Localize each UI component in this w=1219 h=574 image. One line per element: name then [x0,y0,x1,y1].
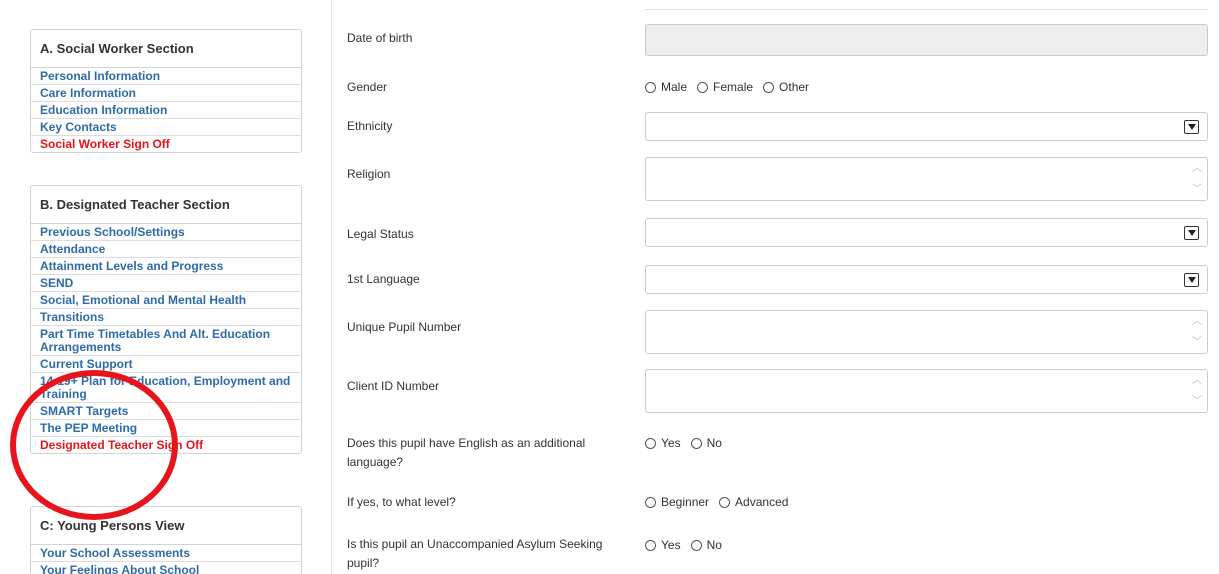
scroll-up-icon[interactable]: ︿ [1192,317,1202,327]
nav-send[interactable]: SEND [31,275,301,292]
nav-your-feelings-about-school[interactable]: Your Feelings About School [31,562,301,574]
ethnicity-select[interactable] [645,112,1208,141]
uasc-yes-option[interactable]: Yes [645,538,681,552]
eal-no-option[interactable]: No [690,436,722,450]
radio-icon[interactable] [719,496,731,508]
religion-label: Religion [347,167,391,181]
religion-textarea[interactable]: ︿ ﹀ [645,157,1208,201]
nav-social-emotional-mental-health[interactable]: Social, Emotional and Mental Health [31,292,301,309]
ethnicity-label: Ethnicity [347,119,393,133]
uasc-radio-group: Yes No [645,538,732,552]
nav-designated-teacher-sign-off[interactable]: Designated Teacher Sign Off [31,437,301,453]
nav-pep-meeting[interactable]: The PEP Meeting [31,420,301,437]
top-divider [645,9,1208,10]
nav-social-worker-sign-off[interactable]: Social Worker Sign Off [31,136,301,152]
scroll-down-icon[interactable]: ﹀ [1192,185,1202,195]
radio-icon[interactable] [645,437,656,449]
social-worker-section-panel: A. Social Worker Section Personal Inform… [30,29,302,153]
gender-other-option[interactable]: Other [763,80,809,94]
radio-icon[interactable] [690,539,702,551]
legal-status-label: Legal Status [347,227,414,241]
radio-icon[interactable] [645,539,656,551]
gender-male-option[interactable]: Male [645,80,687,94]
gender-female-option[interactable]: Female [697,80,753,94]
nav-previous-school[interactable]: Previous School/Settings [31,224,301,241]
eal-radio-group: Yes No [645,436,732,450]
date-of-birth-field [645,24,1208,56]
eal-level-label: If yes, to what level? [347,495,456,509]
eal-advanced-option[interactable]: Advanced [719,495,788,509]
scroll-down-icon[interactable]: ﹀ [1192,397,1202,407]
scroll-up-icon[interactable]: ︿ [1192,376,1202,386]
nav-transitions[interactable]: Transitions [31,309,301,326]
nav-part-time-timetables[interactable]: Part Time Timetables And Alt. Education … [31,326,301,356]
sidebar: A. Social Worker Section Personal Inform… [30,0,302,574]
young-persons-view-panel: C: Young Persons View Your School Assess… [30,506,302,574]
eal-beginner-option[interactable]: Beginner [645,495,709,509]
nav-your-school-assessments[interactable]: Your School Assessments [31,545,301,562]
nav-personal-information[interactable]: Personal Information [31,68,301,85]
nav-current-support[interactable]: Current Support [31,356,301,373]
legal-status-select[interactable] [645,218,1208,247]
date-of-birth-label: Date of birth [347,31,413,45]
section-title: C: Young Persons View [31,507,301,545]
first-language-label: 1st Language [347,272,420,286]
nav-key-contacts[interactable]: Key Contacts [31,119,301,136]
upn-label: Unique Pupil Number [347,320,462,334]
radio-icon[interactable] [645,81,656,93]
column-divider [331,0,332,574]
dropdown-arrow-icon[interactable] [1184,272,1199,287]
scroll-up-icon[interactable]: ︿ [1192,164,1202,174]
client-id-label: Client ID Number [347,379,440,393]
nav-14-19-plan[interactable]: 14-19+ Plan for Education, Employment an… [31,373,301,403]
first-language-select[interactable] [645,265,1208,294]
nav-attainment-levels[interactable]: Attainment Levels and Progress [31,258,301,275]
nav-care-information[interactable]: Care Information [31,85,301,102]
scroll-down-icon[interactable]: ﹀ [1192,338,1202,348]
section-title: B. Designated Teacher Section [31,186,301,224]
uasc-label: Is this pupil an Unaccompanied Asylum Se… [347,537,603,570]
gender-radio-group: Male Female Other [645,80,819,94]
eal-label: Does this pupil have English as an addit… [347,436,586,469]
section-title: A. Social Worker Section [31,30,301,68]
dropdown-arrow-icon[interactable] [1184,119,1199,134]
client-id-textarea[interactable]: ︿ ﹀ [645,369,1208,413]
designated-teacher-section-panel: B. Designated Teacher Section Previous S… [30,185,302,454]
radio-icon[interactable] [690,437,702,449]
uasc-no-option[interactable]: No [690,538,722,552]
nav-education-information[interactable]: Education Information [31,102,301,119]
dropdown-arrow-icon[interactable] [1184,225,1199,240]
radio-icon[interactable] [697,81,709,93]
nav-smart-targets[interactable]: SMART Targets [31,403,301,420]
upn-textarea[interactable]: ︿ ﹀ [645,310,1208,354]
radio-icon[interactable] [645,496,656,508]
nav-attendance[interactable]: Attendance [31,241,301,258]
radio-icon[interactable] [763,81,775,93]
eal-level-radio-group: Beginner Advanced [645,495,798,509]
gender-label: Gender [347,80,388,94]
eal-yes-option[interactable]: Yes [645,436,681,450]
